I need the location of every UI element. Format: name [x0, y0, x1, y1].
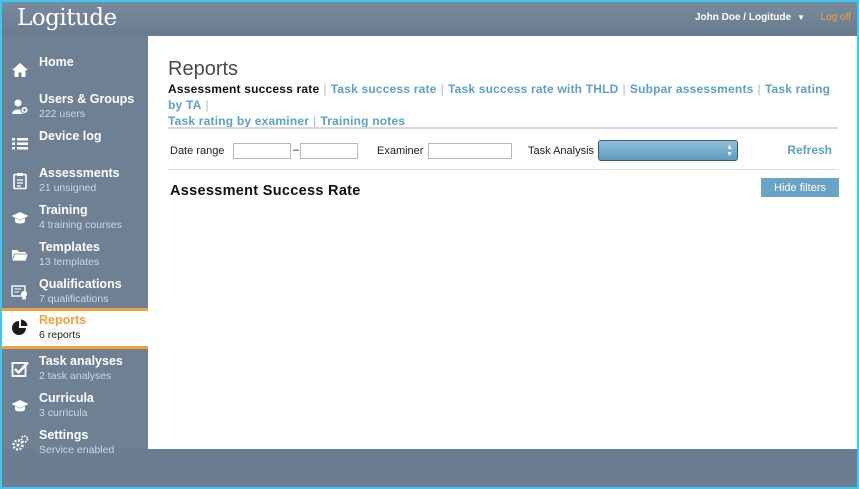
- sidebar-item-label: Reports: [39, 313, 87, 327]
- list-icon: [11, 135, 29, 153]
- sidebar-item-label: Assessments: [39, 166, 120, 180]
- date-from-input[interactable]: [233, 143, 291, 159]
- sidebar-item-device-log[interactable]: Device log: [2, 125, 148, 162]
- examiner-input[interactable]: [428, 143, 512, 159]
- sidebar-item-sub: 4 training courses: [39, 219, 122, 231]
- sidebar-item-home[interactable]: Home: [2, 51, 148, 88]
- divider: [168, 127, 838, 129]
- sidebar-item-sub: 13 templates: [39, 256, 100, 268]
- sidebar-item-label: Training: [39, 203, 88, 217]
- sidebar-item-sub: 21 unsigned: [39, 182, 97, 194]
- sidebar-item-label: Curricula: [39, 391, 94, 405]
- sidebar-item-sub: 6 reports: [39, 329, 81, 341]
- date-range-label: Date range: [170, 145, 225, 157]
- graduation-cap-icon: [11, 397, 29, 415]
- logoff-link[interactable]: Log off: [821, 12, 851, 23]
- user-menu[interactable]: John Doe / Logitude ▼: [695, 12, 805, 23]
- sidebar-item-sub: 2 task analyses: [39, 370, 112, 382]
- page-title: Reports: [168, 58, 239, 80]
- gears-icon: [11, 434, 29, 452]
- separator: |: [757, 82, 761, 96]
- sidebar-item-assessments[interactable]: Assessments 21 unsigned: [2, 162, 148, 199]
- tab-task-success-rate[interactable]: Task success rate: [331, 82, 437, 96]
- tab-task-success-rate-thld[interactable]: Task success rate with THLD: [448, 82, 619, 96]
- separator: |: [313, 114, 317, 128]
- task-analysis-label: Task Analysis: [528, 145, 595, 157]
- sidebar-item-sub: 222 users: [39, 108, 86, 120]
- sidebar-item-qualifications[interactable]: Qualifications 7 qualifications: [2, 273, 148, 310]
- sidebar-item-users-groups[interactable]: Users & Groups 222 users: [2, 88, 148, 125]
- separator: |: [622, 82, 626, 96]
- users-icon: [11, 98, 29, 116]
- tab-subpar-assessments[interactable]: Subpar assessments: [630, 82, 754, 96]
- refresh-link[interactable]: Refresh: [787, 143, 832, 157]
- tab-assessment-success-rate[interactable]: Assessment success rate: [168, 82, 319, 96]
- top-bar: Logitude John Doe / Logitude ▼ Log off: [2, 2, 857, 36]
- certificate-icon: [11, 283, 29, 301]
- sidebar-item-reports[interactable]: Reports 6 reports: [2, 308, 148, 349]
- sidebar-item-sub: 3 curricula: [39, 407, 88, 419]
- sidebar-item-templates[interactable]: Templates 13 templates: [2, 236, 148, 273]
- sidebar-item-sub: Service enabled: [39, 444, 115, 456]
- separator: |: [205, 98, 209, 112]
- logo: Logitude: [17, 5, 117, 31]
- pie-chart-icon: [11, 319, 29, 337]
- folder-icon: [11, 246, 29, 264]
- sidebar: Home Users & Groups 222 users Device log…: [2, 36, 148, 456]
- tab-training-notes[interactable]: Training notes: [320, 114, 405, 128]
- sidebar-item-training[interactable]: Training 4 training courses: [2, 199, 148, 236]
- date-to-input[interactable]: [300, 143, 358, 159]
- sidebar-item-label: Task analyses: [39, 354, 123, 368]
- sidebar-item-settings[interactable]: Settings Service enabled: [2, 424, 148, 461]
- report-tabs: Assessment success rate | Task success rat…: [168, 81, 848, 129]
- sidebar-item-curricula[interactable]: Curricula 3 curricula: [2, 387, 148, 424]
- separator: |: [440, 82, 444, 96]
- examiner-label: Examiner: [377, 145, 424, 157]
- clipboard-icon: [11, 172, 29, 190]
- home-icon: [11, 61, 29, 79]
- date-range-dash: –: [293, 144, 300, 156]
- graduation-cap-icon: [11, 209, 29, 227]
- app-window: Logitude John Doe / Logitude ▼ Log off Ho…: [0, 0, 859, 489]
- tab-task-rating-by-examiner[interactable]: Task rating by examiner: [168, 114, 309, 128]
- sidebar-item-label: Templates: [39, 240, 100, 254]
- main-panel: Reports Assessment success rate | Task suc…: [148, 36, 857, 449]
- chevron-down-icon: ▼: [797, 12, 805, 22]
- divider: [168, 169, 838, 170]
- sidebar-item-label: Qualifications: [39, 277, 122, 291]
- sidebar-item-task-analyses[interactable]: Task analyses 2 task analyses: [2, 350, 148, 387]
- user-name: John Doe / Logitude: [694, 12, 792, 23]
- hide-filters-button[interactable]: Hide filters: [761, 178, 839, 197]
- sidebar-item-label: Home: [39, 55, 74, 69]
- sidebar-item-label: Users & Groups: [39, 92, 135, 106]
- select-arrows-icon: ▲ ▼: [726, 144, 733, 158]
- filters-bar: Date range – Examiner Task Analysis ▲ ▼ R…: [168, 140, 838, 163]
- separator: |: [323, 82, 327, 96]
- sidebar-item-label: Device log: [39, 129, 102, 143]
- sidebar-item-label: Settings: [39, 428, 89, 442]
- checkbox-icon: [11, 360, 29, 378]
- sidebar-item-sub: 7 qualifications: [39, 293, 109, 305]
- section-title: Assessment Success Rate: [170, 183, 361, 199]
- task-analysis-select[interactable]: ▲ ▼: [598, 140, 738, 161]
